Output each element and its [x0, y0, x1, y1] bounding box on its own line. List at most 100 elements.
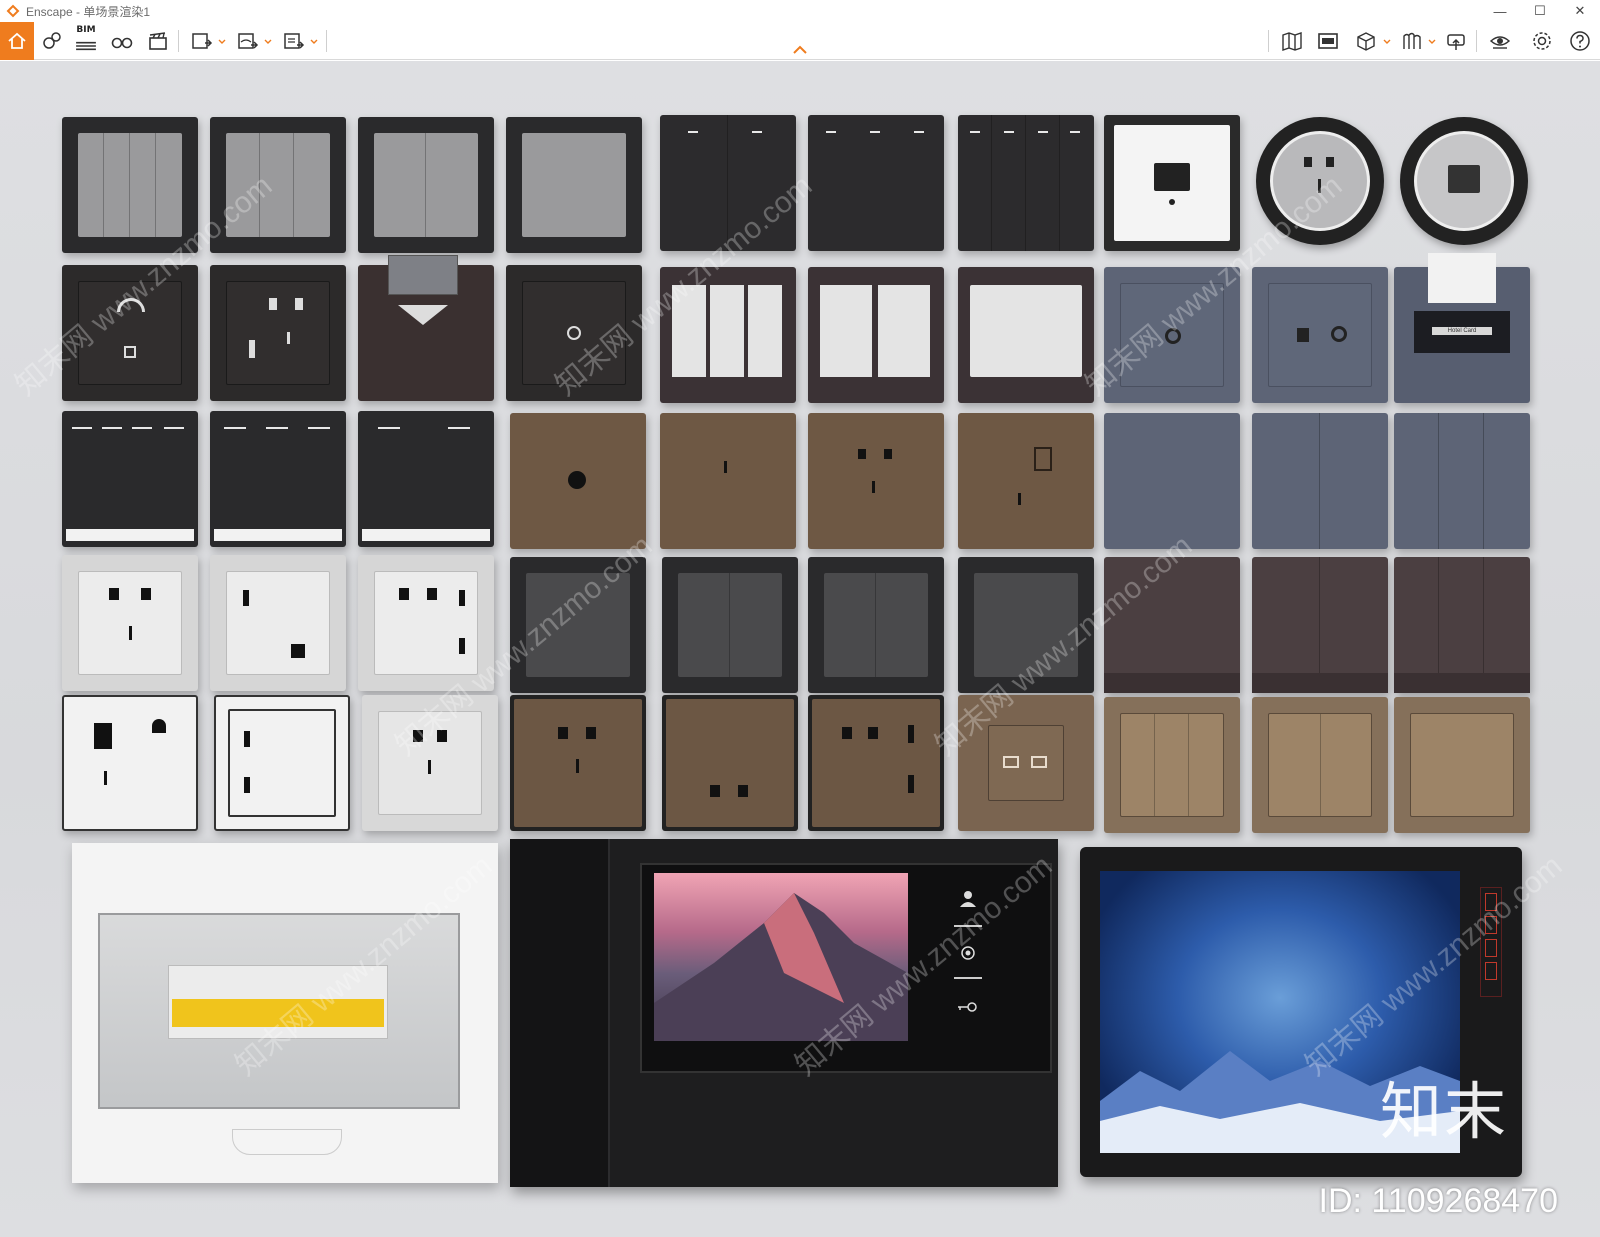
switch-panel-two-gang	[358, 117, 494, 253]
ten-hole-socket-bronze	[662, 695, 798, 831]
assets-button[interactable]	[38, 28, 66, 54]
bim-icon: BIM	[75, 24, 97, 57]
switch-grey-two-gang	[662, 557, 798, 693]
walk-mode-button[interactable]	[108, 28, 136, 54]
brand-watermark: 知末	[1379, 1075, 1508, 1148]
switch-champagne-one-gang	[1394, 697, 1530, 833]
home-icon	[8, 32, 26, 49]
export-360-button[interactable]	[234, 28, 262, 54]
screen-button[interactable]	[1314, 28, 1342, 54]
switch-led-four-gang	[62, 411, 198, 547]
chevron-down-icon[interactable]	[1383, 39, 1391, 45]
toolbar-separator	[1268, 30, 1269, 52]
tv-socket-bronze	[510, 413, 646, 549]
five-hole-usb-socket	[210, 265, 346, 401]
switch-socket-white	[62, 695, 198, 831]
switch-blue-grey-two-gang	[1252, 413, 1388, 549]
round-usb-socket	[1400, 117, 1528, 245]
render-viewport[interactable]: Hotel Card 知末网 www.znzmo.com 知末网 www.znz…	[0, 61, 1600, 1237]
wifi-socket	[62, 265, 198, 401]
switch-champagne-two-gang	[1252, 697, 1388, 833]
ethernet-socket-white	[1104, 115, 1240, 251]
asset-id-label: ID: 1109268470	[1318, 1182, 1558, 1220]
close-button[interactable]: ✕	[1560, 0, 1600, 22]
toolbar-separator	[178, 30, 179, 52]
usb-socket-bronze	[808, 695, 944, 831]
switch-plum-two-gang	[1252, 557, 1388, 693]
export-image-icon	[192, 33, 213, 49]
switch-champagne-three-gang	[1104, 697, 1240, 833]
maximize-button[interactable]: ☐	[1520, 0, 1560, 22]
upload-button[interactable]	[1442, 28, 1470, 54]
five-hole-socket-bronze	[808, 413, 944, 549]
help-button[interactable]	[1566, 28, 1594, 54]
view-name: 单场景渲染1	[83, 4, 151, 19]
app-name: Enscape	[26, 4, 73, 19]
switch-panel-three-gang	[62, 117, 198, 253]
tv-socket	[506, 265, 642, 401]
map-icon	[1282, 32, 1302, 51]
switch-panel-white-two-gang	[808, 267, 944, 403]
visual-settings-button[interactable]	[1486, 28, 1514, 54]
bim-label: BIM	[76, 24, 96, 35]
switch-panel-white-one-gang	[958, 267, 1094, 403]
minimize-button[interactable]: —	[1480, 0, 1520, 22]
window-title: Enscape - 单场景渲染1	[26, 3, 150, 20]
chevron-down-icon[interactable]	[264, 39, 272, 45]
distribution-box	[72, 843, 498, 1183]
export-exe-button[interactable]	[280, 28, 308, 54]
socket-with-switch-bronze	[958, 413, 1094, 549]
chevron-down-icon[interactable]	[310, 39, 318, 45]
bim-button[interactable]: BIM	[72, 24, 100, 57]
settings-button[interactable]	[1528, 28, 1556, 54]
switch-grey-one-gang-alt	[958, 557, 1094, 693]
switch-panel-three-gang	[210, 117, 346, 253]
help-icon	[1570, 31, 1590, 51]
card-label: Hotel Card	[1432, 327, 1492, 335]
record-icon[interactable]	[960, 945, 976, 961]
user-icon[interactable]	[958, 889, 978, 909]
wifi-usb-socket-white	[210, 555, 346, 691]
export-360-icon	[238, 33, 259, 49]
library-icon	[1403, 32, 1421, 49]
library-button[interactable]	[1398, 28, 1426, 54]
tv-socket-blue-grey	[1104, 267, 1240, 403]
map-button[interactable]	[1278, 28, 1306, 54]
export-image-button[interactable]	[188, 28, 216, 54]
toolbar-separator	[326, 30, 327, 52]
export-exe-icon	[284, 33, 305, 49]
phone-tv-socket-blue-grey	[1252, 267, 1388, 403]
data-phone-socket-bronze	[958, 695, 1094, 831]
title-separator: -	[72, 4, 84, 19]
five-hole-socket-white	[62, 555, 198, 691]
switch-panel-dark-three-gang	[808, 115, 944, 251]
hotel-card-switch	[358, 255, 494, 401]
five-hole-socket-bronze-black	[510, 695, 646, 831]
usb-socket-white	[358, 555, 494, 691]
switch-blue-grey-one-gang	[1104, 413, 1240, 549]
box-button[interactable]	[1352, 28, 1380, 54]
switch-panel-one-gang	[506, 117, 642, 253]
video-editor-button[interactable]	[144, 28, 172, 54]
switch-grey-one-gang	[510, 557, 646, 693]
intercom-screen	[654, 873, 908, 1041]
home-button[interactable]	[0, 22, 34, 60]
switch-panel-white-three-gang	[660, 267, 796, 403]
hotel-card-holder: Hotel Card	[1394, 253, 1530, 403]
collapse-toolbar-icon[interactable]	[792, 45, 808, 55]
switch-led-three-gang	[210, 411, 346, 547]
box-icon	[1357, 32, 1375, 51]
toolbar-separator	[1476, 30, 1477, 52]
three-hole-socket-bronze	[660, 413, 796, 549]
enscape-logo-icon	[6, 4, 20, 18]
round-socket	[1256, 117, 1384, 245]
switch-panel-dark-two-gang	[660, 115, 796, 251]
key-icon[interactable]	[956, 1001, 978, 1013]
usb-socket-white-alt	[214, 695, 350, 831]
clapper-icon	[149, 32, 167, 50]
chevron-down-icon[interactable]	[218, 39, 226, 45]
chevron-down-icon[interactable]	[1428, 39, 1436, 45]
switch-grey-two-gang-alt	[808, 557, 944, 693]
intercom-monitor	[510, 839, 1058, 1187]
five-hole-socket-light	[362, 695, 498, 831]
